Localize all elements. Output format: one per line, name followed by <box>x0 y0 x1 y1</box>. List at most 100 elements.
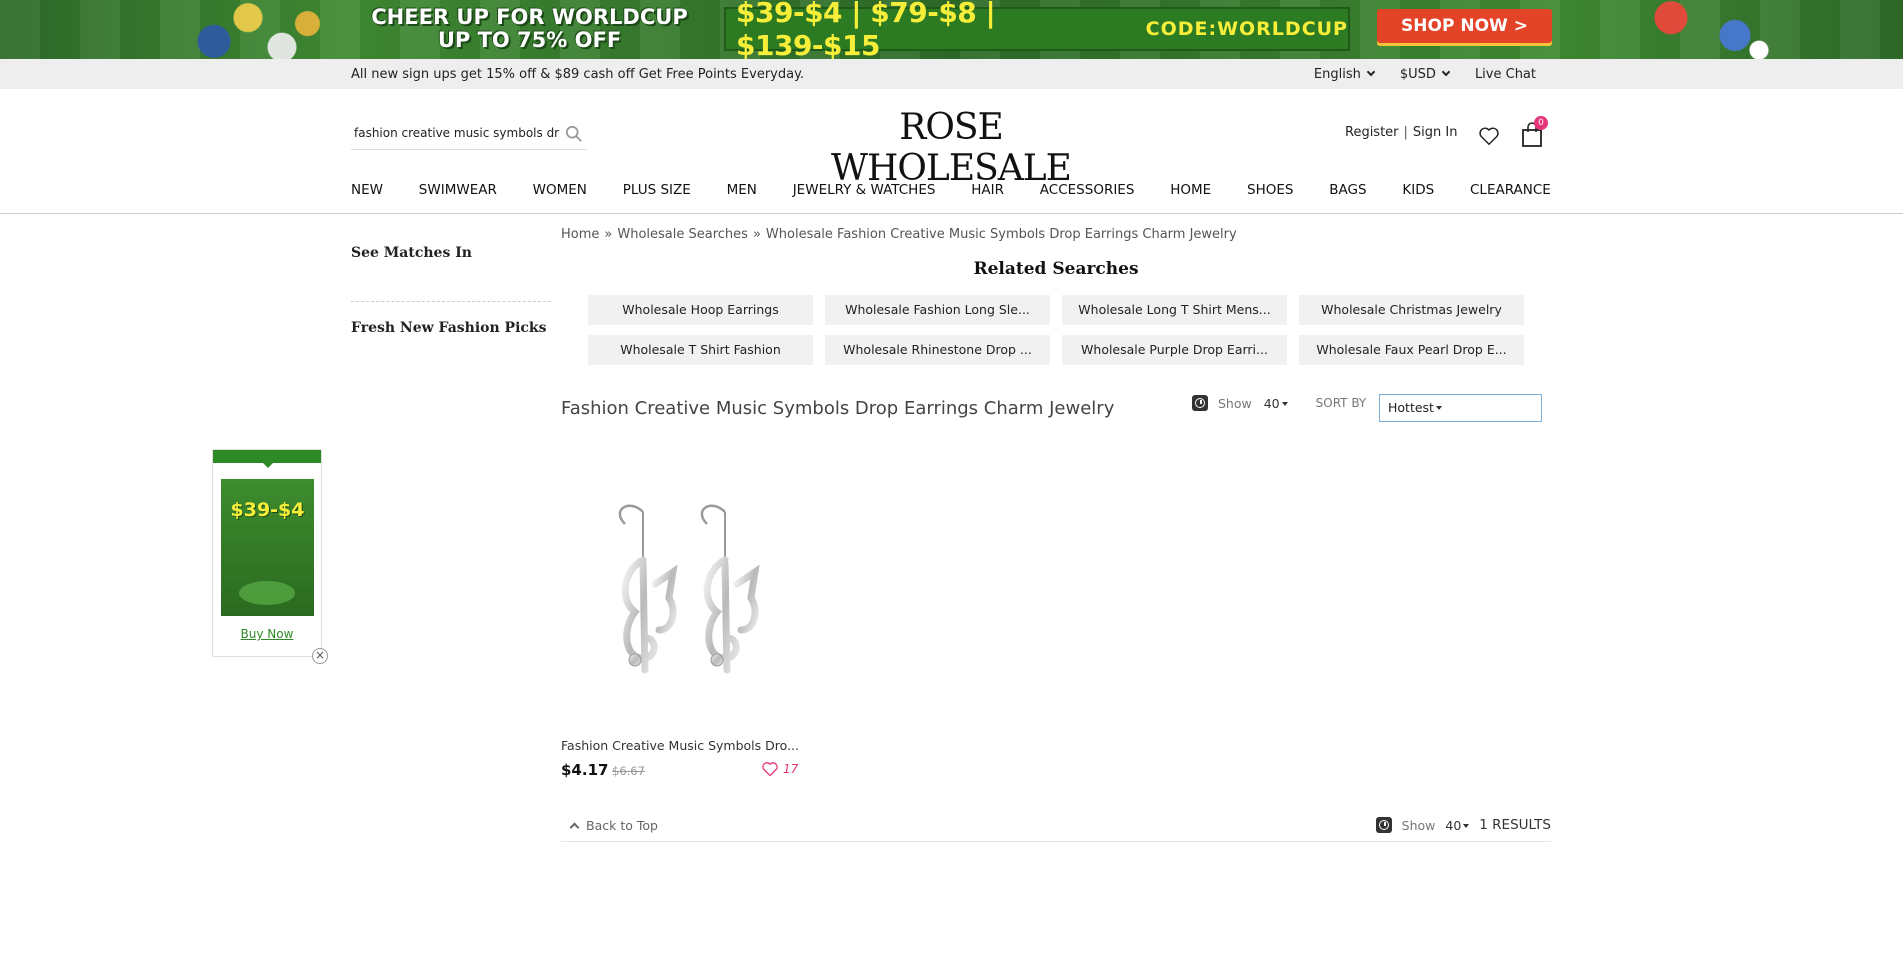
signup-promo-text[interactable]: All new sign ups get 15% off & $89 cash … <box>351 67 804 82</box>
nav-item-new[interactable]: NEW <box>351 182 383 198</box>
show-count-selector[interactable]: 40 <box>1264 396 1288 411</box>
favorite-button[interactable]: 17 <box>761 761 798 777</box>
results-footer-toolbar: Show 40 1 RESULTS <box>1375 817 1551 833</box>
show-count-value: 40 <box>1263 395 1280 411</box>
results-count: 1 RESULTS <box>1479 817 1551 833</box>
product-card[interactable]: Fashion Creative Music Symbols Dro... $4… <box>561 480 801 779</box>
cart-count-badge: 0 <box>1534 116 1548 130</box>
account-separator: | <box>1403 125 1408 140</box>
show-label: Show <box>1218 395 1252 411</box>
promo-banner[interactable]: CHEER UP FOR WORLDCUP UP TO 75% OFF $39-… <box>0 0 1903 59</box>
heart-icon <box>762 762 778 777</box>
product-name[interactable]: Fashion Creative Music Symbols Dro... <box>561 738 799 753</box>
nav-item-swimwear[interactable]: SWIMWEAR <box>419 182 497 198</box>
show-count-value: 40 <box>1445 817 1462 833</box>
breadcrumb: Home » Wholesale Searches » Wholesale Fashio… <box>561 227 1237 242</box>
sidebar-divider <box>351 301 551 302</box>
floating-topbar <box>213 450 321 468</box>
back-to-top-link[interactable]: Back to Top <box>569 818 658 833</box>
nav-item-kids[interactable]: KIDS <box>1402 182 1434 198</box>
banner-deals: $39-$4 | $79-$8 | $139-$15 <box>736 0 996 59</box>
banner-headline: CHEER UP FOR WORLDCUP UP TO 75% OFF <box>362 6 697 52</box>
account-links: Register | Sign In <box>1345 125 1457 140</box>
nav-item-plus-size[interactable]: PLUS SIZE <box>623 182 691 198</box>
favorite-count: 17 <box>783 762 799 776</box>
nav-item-bags[interactable]: BAGS <box>1329 182 1366 198</box>
product-old-price: $6.67 <box>612 764 645 778</box>
show-label: Show <box>1401 817 1436 833</box>
breadcrumb-home[interactable]: Home <box>561 227 599 242</box>
nav-item-accessories[interactable]: ACCESSORIES <box>1040 182 1135 198</box>
nav-item-jewelry-watches[interactable]: JEWELRY & WATCHES <box>793 182 936 198</box>
nav-item-women[interactable]: WOMEN <box>533 182 587 198</box>
breadcrumb-searches[interactable]: Wholesale Searches <box>617 227 748 242</box>
sidebar: See Matches In Fresh New Fashion Picks <box>351 245 551 336</box>
currency-selector[interactable]: $USD <box>1399 67 1451 82</box>
info-strip: All new sign ups get 15% off & $89 cash … <box>0 59 1903 89</box>
search-box <box>351 120 587 150</box>
related-search-chip[interactable]: Wholesale Hoop Earrings <box>588 295 813 325</box>
nav-item-home[interactable]: HOME <box>1170 182 1211 198</box>
coupon-card[interactable]: $39-$4 <box>221 479 314 616</box>
related-search-chip[interactable]: Wholesale Fashion Long Sle... <box>825 295 1050 325</box>
breadcrumb-separator: » <box>604 227 613 242</box>
buy-now-link[interactable]: Buy Now <box>213 627 321 641</box>
sort-by-label: SORT BY <box>1315 396 1367 410</box>
results-toolbar: Show 40 SORT BY <box>1192 395 1366 411</box>
related-search-chip[interactable]: Wholesale Rhinestone Drop ... <box>825 335 1050 365</box>
results-footer-bar: Back to Top Show 40 1 RESULTS <box>561 815 1551 842</box>
results-title: Fashion Creative Music Symbols Drop Earr… <box>561 398 1115 419</box>
coupon-decoration <box>239 581 295 605</box>
nav-item-hair[interactable]: HAIR <box>971 182 1004 198</box>
breadcrumb-separator: » <box>752 227 761 242</box>
see-matches-heading: See Matches In <box>351 245 472 261</box>
related-search-chip[interactable]: Wholesale Long T Shirt Mens... <box>1062 295 1287 325</box>
breadcrumb-current: Wholesale Fashion Creative Music Symbols… <box>765 227 1237 242</box>
product-image[interactable] <box>561 480 801 720</box>
banner-headline-line1: CHEER UP FOR WORLDCUP <box>371 5 688 29</box>
clock-icon[interactable] <box>1192 395 1208 411</box>
chevron-down-icon <box>1366 67 1376 77</box>
related-searches-grid: Wholesale Hoop Earrings Wholesale Fashio… <box>588 295 1524 365</box>
wishlist-heart-icon[interactable] <box>1478 125 1500 147</box>
chevron-up-icon <box>569 822 580 833</box>
sort-value: Hottest <box>1388 400 1434 415</box>
banner-kids-image <box>180 0 350 59</box>
related-search-chip[interactable]: Wholesale Purple Drop Earri... <box>1062 335 1287 365</box>
floating-coupon-widget: $39-$4 Buy Now × <box>212 449 328 664</box>
related-searches-heading: Related Searches <box>973 259 1139 279</box>
language-label: English <box>1313 67 1361 82</box>
shop-now-button[interactable]: SHOP NOW > <box>1377 9 1552 43</box>
related-search-chip[interactable]: Wholesale T Shirt Fashion <box>588 335 813 365</box>
show-count-selector[interactable]: 40 <box>1445 817 1470 833</box>
banner-headline-line2: UP TO 75% OFF <box>437 28 622 52</box>
banner-coupon-box: $39-$4 | $79-$8 | $139-$15 CODE:WORLDCUP <box>724 0 1350 59</box>
product-price: $4.17 <box>561 761 609 779</box>
fresh-picks-heading: Fresh New Fashion Picks <box>351 320 547 336</box>
back-to-top-label: Back to Top <box>586 818 658 833</box>
utility-links: English $USD Live Chat <box>1314 67 1536 82</box>
caret-down-icon <box>1281 401 1288 406</box>
register-link[interactable]: Register <box>1345 125 1399 140</box>
close-icon[interactable]: × <box>312 648 328 664</box>
main-nav: NEW SWIMWEAR WOMEN PLUS SIZE MEN JEWELRY… <box>351 182 1551 198</box>
related-search-chip[interactable]: Wholesale Faux Pearl Drop E... <box>1299 335 1524 365</box>
language-selector[interactable]: English <box>1313 67 1376 82</box>
site-header: ROSE WHOLESALE Register | Sign In 0 NEW SW… <box>0 89 1903 214</box>
site-logo[interactable]: ROSE WHOLESALE <box>800 107 1102 189</box>
live-chat-link[interactable]: Live Chat <box>1475 67 1536 82</box>
coupon-amount: $39-$4 <box>230 499 305 521</box>
search-icon[interactable] <box>565 125 583 143</box>
banner-code: CODE:WORLDCUP <box>1145 18 1348 40</box>
related-search-chip[interactable]: Wholesale Christmas Jewelry <box>1299 295 1524 325</box>
sign-in-link[interactable]: Sign In <box>1413 125 1458 140</box>
caret-down-icon <box>1463 823 1470 828</box>
nav-item-shoes[interactable]: SHOES <box>1247 182 1293 198</box>
nav-item-men[interactable]: MEN <box>727 182 757 198</box>
caret-down-icon <box>1435 406 1442 410</box>
search-input[interactable] <box>351 120 559 146</box>
clock-icon[interactable] <box>1375 817 1392 833</box>
sort-select[interactable]: Hottest <box>1379 394 1542 422</box>
nav-item-clearance[interactable]: CLEARANCE <box>1470 182 1551 198</box>
currency-label: $USD <box>1399 67 1436 82</box>
